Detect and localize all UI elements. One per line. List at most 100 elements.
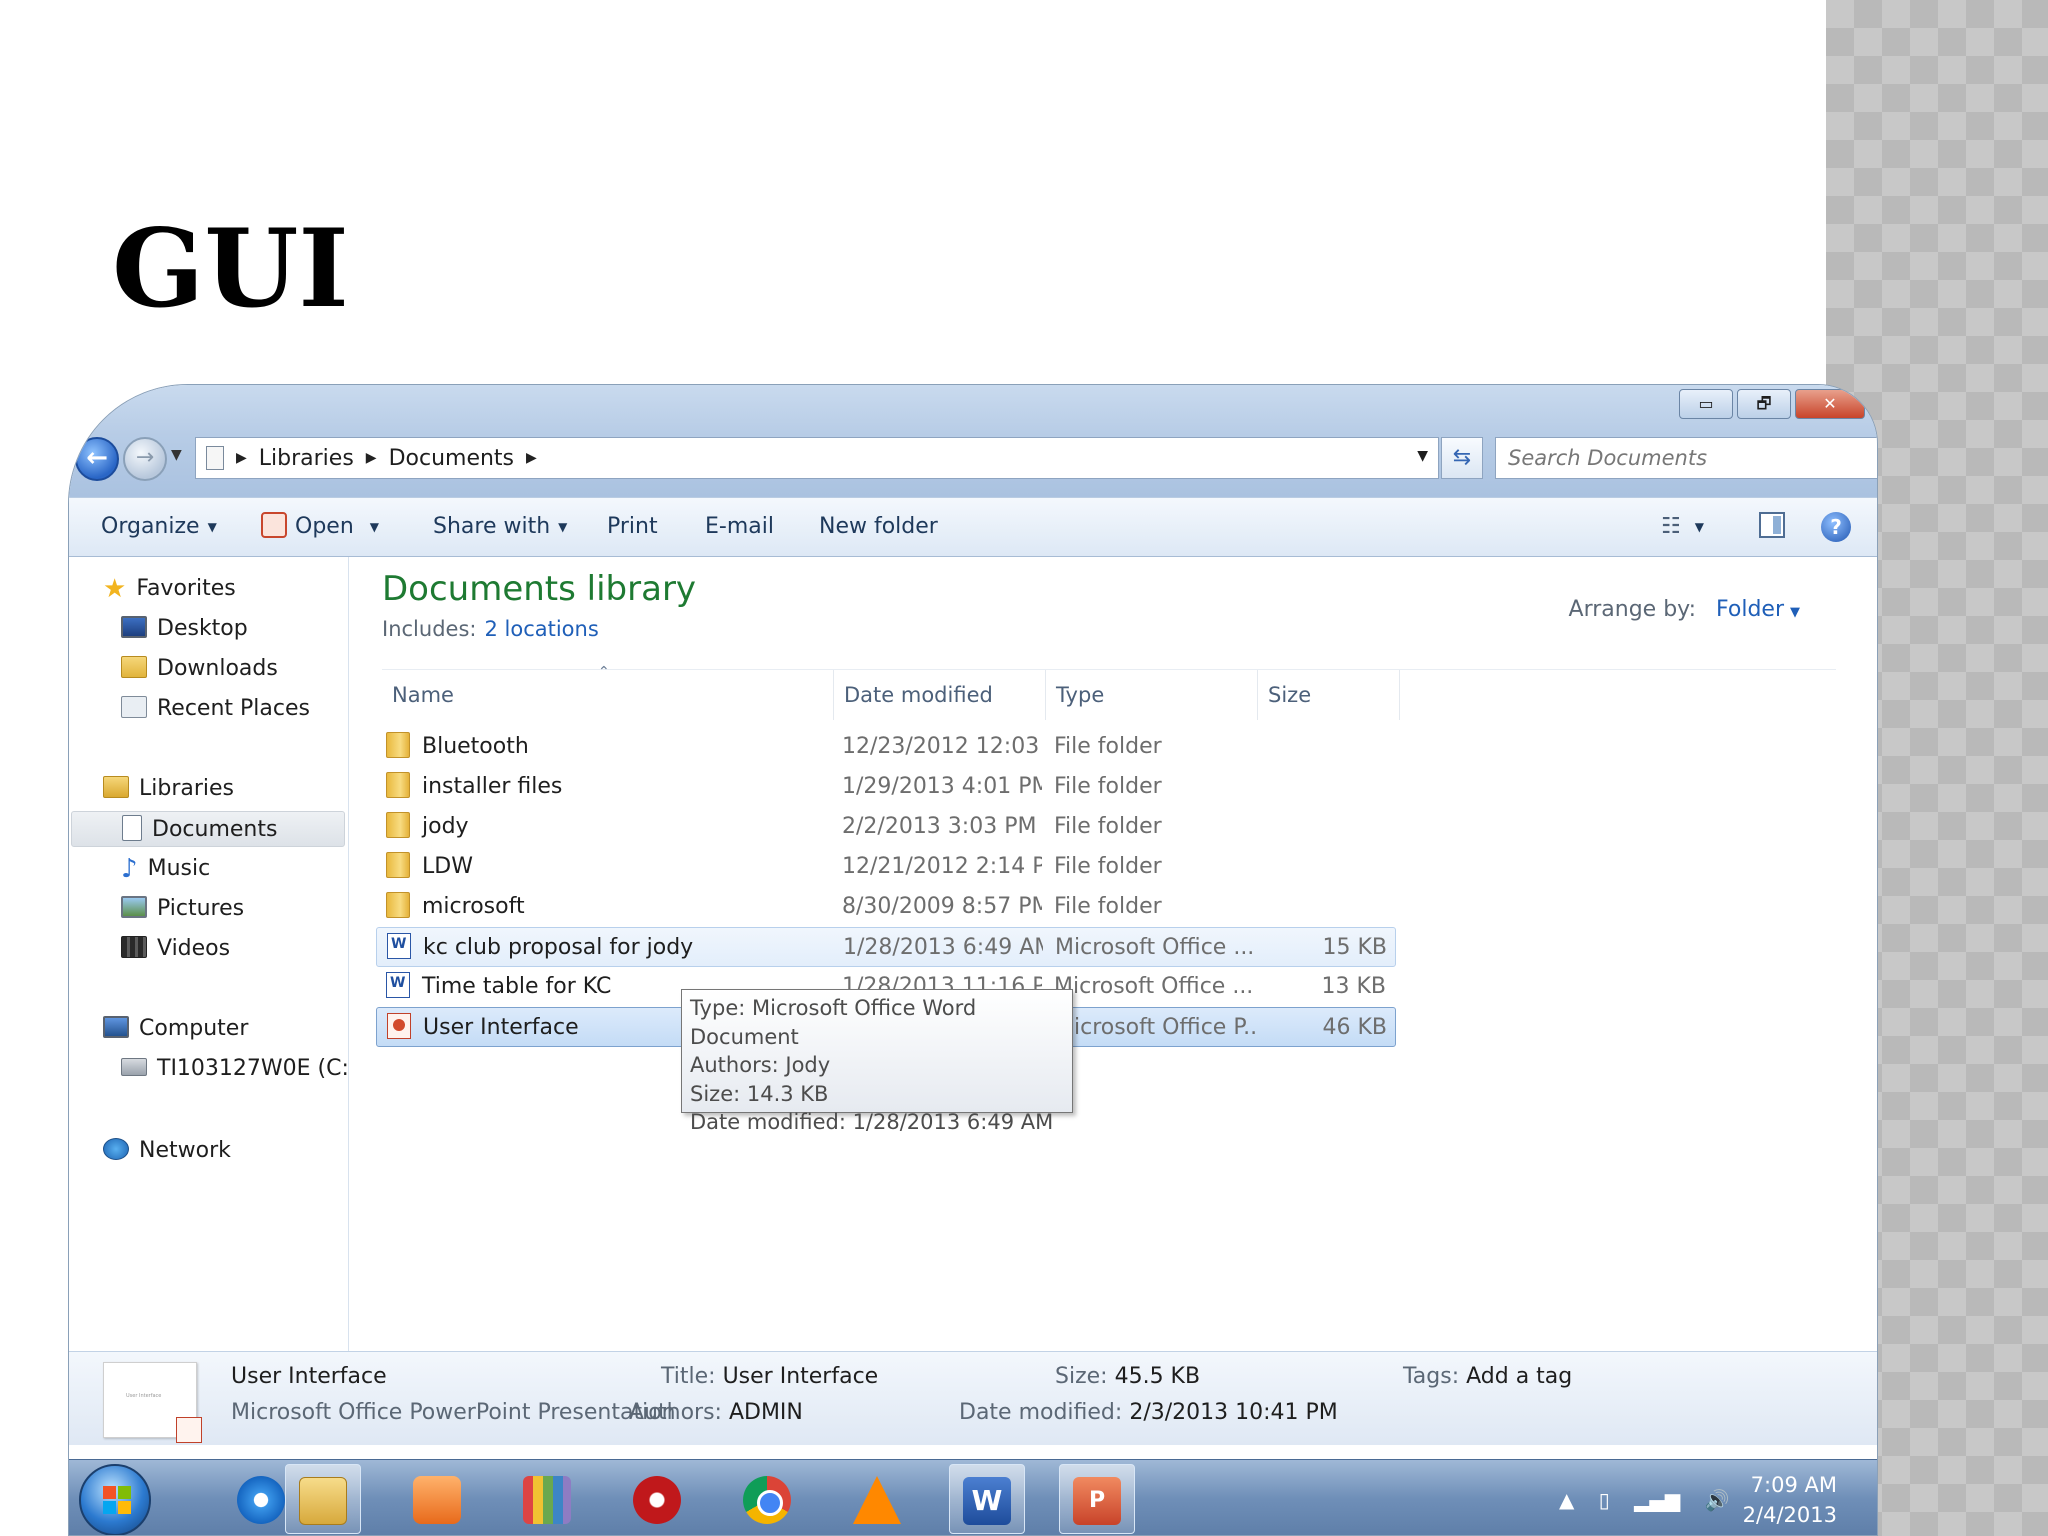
column-header-type[interactable]: Type	[1046, 670, 1258, 720]
file-type: File folder	[1054, 854, 1162, 879]
file-name: User Interface	[423, 1015, 579, 1040]
network-signal-icon[interactable]: ▂▄▆	[1634, 1488, 1680, 1512]
taskbar-vlc[interactable]	[839, 1464, 915, 1534]
taskbar-windows-explorer[interactable]	[285, 1464, 361, 1534]
file-size: 13 KB	[1321, 974, 1386, 999]
address-bar[interactable]: ▶ Libraries ▶ Documents ▶ ▼	[195, 437, 1439, 479]
search-box: ⚲	[1495, 437, 1877, 479]
chevron-down-icon[interactable]: ▼	[370, 520, 379, 534]
back-arrow-icon[interactable]: ←	[75, 437, 119, 481]
authors-label: Authors:	[629, 1400, 722, 1425]
open-button[interactable]: Open ▼	[261, 498, 379, 558]
share-with-menu[interactable]: Share with ▼	[433, 498, 567, 558]
nav-desktop-label: Desktop	[157, 616, 248, 641]
file-type: File folder	[1054, 894, 1162, 919]
nav-favorites[interactable]: ★ Favorites	[103, 571, 236, 607]
breadcrumb-separator-icon[interactable]: ▶	[236, 450, 247, 466]
taskbar-clock[interactable]: 7:09 AM 2/4/2013	[1743, 1470, 1837, 1530]
file-date: 12/21/2012 2:14 PM	[842, 854, 1042, 879]
view-list-icon: ☷	[1661, 514, 1681, 539]
forward-arrow-icon[interactable]: →	[123, 437, 167, 481]
recent-pages-chevron-icon[interactable]: ▼	[171, 447, 182, 463]
start-button[interactable]	[79, 1464, 151, 1535]
locations-link[interactable]: 2 locations	[484, 617, 598, 641]
minimize-button[interactable]: ▭	[1679, 389, 1733, 419]
file-row[interactable]: microsoft 8/30/2009 8:57 PM File folder	[376, 887, 1396, 927]
restore-button[interactable]: 🗗	[1737, 389, 1791, 419]
taskbar-chrome[interactable]	[729, 1464, 805, 1534]
nav-pictures[interactable]: Pictures	[121, 891, 244, 927]
nav-libraries[interactable]: Libraries	[103, 771, 234, 807]
recent-places-icon	[121, 696, 147, 718]
file-row[interactable]: installer files 1/29/2013 4:01 PM File f…	[376, 767, 1396, 807]
file-row[interactable]: LDW 12/21/2012 2:14 PM File folder	[376, 847, 1396, 887]
authors-value[interactable]: ADMIN	[729, 1400, 803, 1425]
page-icon	[206, 446, 224, 470]
print-button[interactable]: Print	[607, 498, 658, 558]
breadcrumb-documents[interactable]: Documents	[389, 446, 514, 471]
taskbar-acrobat[interactable]	[619, 1464, 695, 1534]
breadcrumb-separator-icon[interactable]: ▶	[366, 450, 377, 466]
file-date: 8/30/2009 8:57 PM	[842, 894, 1042, 919]
column-header-date[interactable]: Date modified	[834, 670, 1046, 720]
refresh-icon[interactable]: ⇆	[1441, 437, 1483, 479]
nav-computer[interactable]: Computer	[103, 1011, 248, 1047]
arrange-by-dropdown[interactable]: Folder	[1716, 597, 1784, 622]
breadcrumb-separator-icon[interactable]: ▶	[526, 450, 537, 466]
nav-network[interactable]: Network	[103, 1133, 231, 1169]
word-icon	[386, 972, 410, 998]
file-row[interactable]: jody 2/2/2013 3:03 PM File folder	[376, 807, 1396, 847]
close-button[interactable]: ✕	[1795, 389, 1865, 419]
change-view-button[interactable]: ☷ ▼	[1661, 498, 1704, 558]
nav-documents[interactable]: Documents	[71, 811, 345, 847]
word-icon	[387, 933, 411, 959]
windows-logo-icon	[103, 1486, 131, 1514]
nav-downloads[interactable]: Downloads	[121, 651, 278, 687]
column-header-size[interactable]: Size	[1258, 670, 1400, 720]
nav-recent-places[interactable]: Recent Places	[121, 691, 310, 727]
pictures-icon	[121, 896, 147, 918]
email-button[interactable]: E-mail	[705, 498, 774, 558]
column-header-name[interactable]: Name	[382, 670, 834, 720]
new-folder-button[interactable]: New folder	[819, 498, 938, 558]
thumbnail-text: User Interface	[126, 1393, 162, 1399]
nav-drive-c[interactable]: TI103127W0E (C:)	[121, 1051, 358, 1087]
hard-drive-icon	[121, 1058, 147, 1076]
libraries-icon	[523, 1476, 571, 1524]
nav-drive-c-label: TI103127W0E (C:)	[157, 1056, 358, 1081]
breadcrumb-libraries[interactable]: Libraries	[259, 446, 354, 471]
folder-icon	[386, 852, 410, 878]
explorer-window: ▭ 🗗 ✕ ← → ▼ ▶ Libraries ▶ Documents ▶ ▼ …	[68, 384, 1878, 1536]
address-dropdown-icon[interactable]: ▼	[1417, 448, 1428, 464]
taskbar-libraries[interactable]	[509, 1464, 585, 1534]
add-tag-field[interactable]: Add a tag	[1466, 1364, 1572, 1389]
search-input[interactable]	[1496, 439, 1856, 477]
folder-icon	[386, 892, 410, 918]
chevron-down-icon[interactable]: ▼	[1790, 605, 1800, 620]
file-row[interactable]: kc club proposal for jody 1/28/2013 6:49…	[376, 927, 1396, 967]
nav-videos[interactable]: Videos	[121, 931, 230, 967]
nav-videos-label: Videos	[157, 936, 231, 961]
show-hidden-icons-icon[interactable]: ▲	[1559, 1488, 1574, 1512]
file-row[interactable]: Bluetooth 12/23/2012 12:03 ... File fold…	[376, 727, 1396, 767]
internet-explorer-icon	[237, 1476, 285, 1524]
nav-music[interactable]: ♪ Music	[121, 851, 210, 887]
file-date: 2/2/2013 3:03 PM	[842, 814, 1037, 839]
organize-menu[interactable]: Organize ▼	[101, 498, 217, 558]
taskbar-media-player[interactable]	[399, 1464, 475, 1534]
battery-icon[interactable]: ▯	[1599, 1488, 1610, 1512]
help-button[interactable]: ?	[1821, 498, 1851, 558]
file-name: Bluetooth	[422, 734, 529, 759]
title-label: Title:	[661, 1364, 716, 1389]
file-name: Time table for KC	[422, 974, 612, 999]
taskbar-powerpoint[interactable]: P	[1059, 1464, 1135, 1534]
preview-pane-icon	[1759, 512, 1785, 538]
navigation-pane: ★ Favorites Desktop Downloads Recent Plac…	[69, 557, 358, 1351]
date-modified-value: 2/3/2013 10:41 PM	[1129, 1400, 1338, 1425]
taskbar-word[interactable]: W	[949, 1464, 1025, 1534]
chevron-down-icon: ▼	[207, 520, 217, 534]
preview-pane-button[interactable]	[1759, 498, 1785, 558]
nav-desktop[interactable]: Desktop	[121, 611, 248, 647]
title-value[interactable]: User Interface	[723, 1364, 879, 1389]
volume-icon[interactable]: 🔊	[1705, 1488, 1730, 1512]
